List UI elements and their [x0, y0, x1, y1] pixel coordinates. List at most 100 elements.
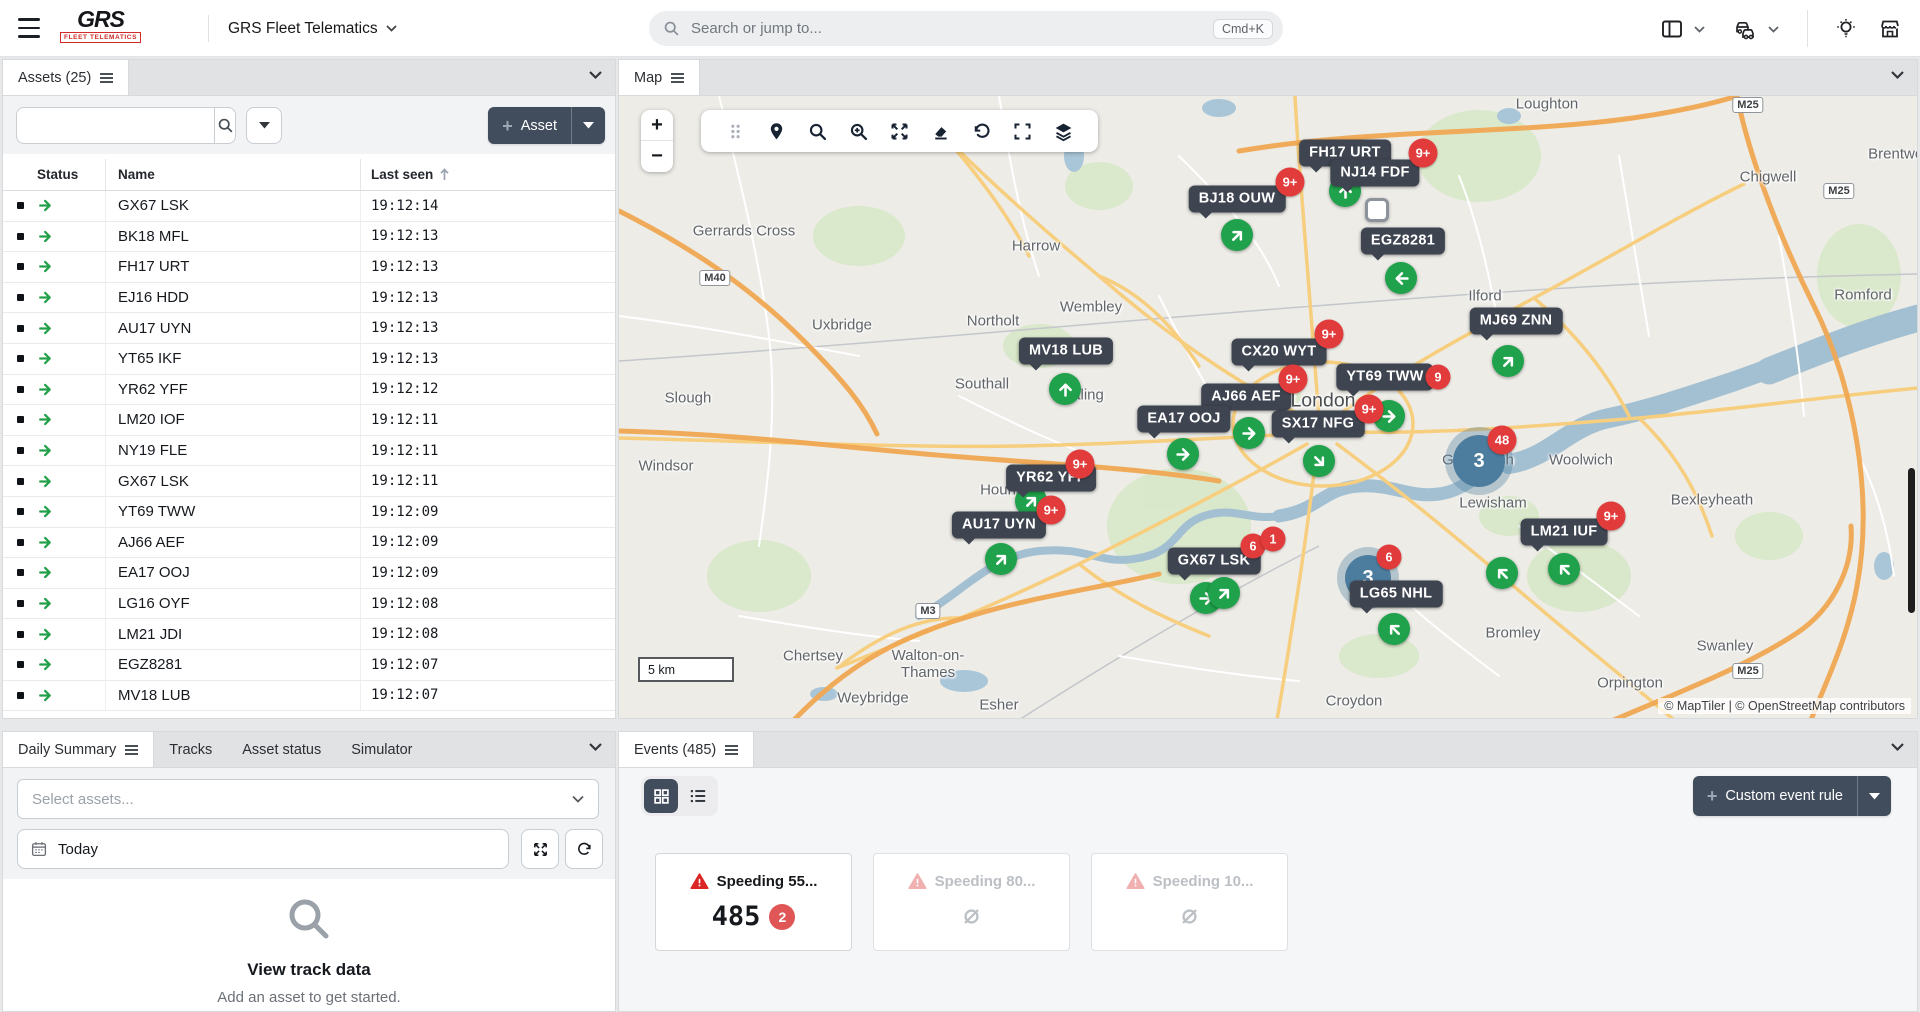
column-name[interactable]: Name: [105, 159, 360, 190]
zoom-out-button[interactable]: −: [641, 141, 673, 172]
eraser-icon[interactable]: [920, 110, 961, 152]
collapse-panel-icon[interactable]: [588, 742, 603, 752]
vehicle-label[interactable]: EGZ8281: [1361, 228, 1445, 255]
vehicle-label[interactable]: CX20 WYT: [1232, 339, 1327, 366]
asset-row[interactable]: EGZ828119:12:07: [3, 650, 615, 681]
collapse-panel-icon[interactable]: [1890, 742, 1905, 752]
location-pin-icon[interactable]: [756, 110, 797, 152]
asset-row[interactable]: AJ66 AEF19:12:09: [3, 528, 615, 559]
vehicle-direction-marker[interactable]: [1548, 553, 1580, 585]
reset-rotation-icon[interactable]: [961, 110, 1002, 152]
fullscreen-icon[interactable]: [1002, 110, 1043, 152]
search-input[interactable]: [689, 19, 1213, 38]
chevron-down-icon[interactable]: [1768, 26, 1779, 33]
add-asset-button[interactable]: +Asset: [488, 107, 605, 144]
grid-view-button[interactable]: [644, 779, 678, 813]
daily-tab-tracks[interactable]: Tracks: [154, 732, 227, 767]
custom-event-rule-button[interactable]: +Custom event rule: [1693, 776, 1891, 816]
asset-filter-dropdown-button[interactable]: [246, 107, 282, 144]
tab-menu-icon[interactable]: [100, 73, 113, 83]
store-icon[interactable]: [1878, 17, 1902, 41]
stopped-vehicle-marker[interactable]: [1365, 198, 1389, 222]
vehicle-label[interactable]: BJ18 OUW: [1189, 186, 1286, 213]
daily-tab-simulator[interactable]: Simulator: [336, 732, 427, 767]
grs-logo[interactable]: GRS FLEET TELEMATICS: [60, 7, 141, 43]
select-assets-dropdown[interactable]: Select assets...: [17, 779, 599, 819]
column-last-seen[interactable]: Last seen: [360, 159, 615, 190]
vehicle-direction-marker[interactable]: [1167, 438, 1199, 470]
vehicle-direction-marker[interactable]: [1233, 417, 1265, 449]
add-asset-dropdown[interactable]: [571, 107, 605, 144]
asset-row[interactable]: YT65 IKF19:12:13: [3, 344, 615, 375]
tab-menu-icon[interactable]: [125, 745, 138, 755]
chevron-down-icon[interactable]: [1694, 26, 1705, 33]
asset-row[interactable]: BK18 MFL19:12:13: [3, 222, 615, 253]
asset-row[interactable]: LG16 OYF19:12:08: [3, 589, 615, 620]
asset-row[interactable]: YR62 YFF19:12:12: [3, 375, 615, 406]
map-tab-map[interactable]: Map: [619, 60, 700, 95]
vehicle-label[interactable]: EA17 OOJ: [1137, 406, 1230, 433]
event-card-speeding-80[interactable]: Speeding 80...∅: [873, 853, 1070, 951]
vehicle-label[interactable]: NJ14 FDF: [1330, 160, 1419, 187]
vehicle-label[interactable]: LM21 IUF: [1521, 519, 1608, 546]
asset-row[interactable]: LM20 IOF19:12:11: [3, 405, 615, 436]
asset-row[interactable]: GX67 LSK19:12:11: [3, 466, 615, 497]
zoom-area-icon[interactable]: [838, 110, 879, 152]
collapse-panel-icon[interactable]: [1890, 70, 1905, 80]
asset-row[interactable]: GX67 LSK19:12:14: [3, 191, 615, 222]
asset-row[interactable]: EA17 OOJ19:12:09: [3, 558, 615, 589]
lightbulb-icon[interactable]: [1834, 17, 1858, 41]
collapse-panel-icon[interactable]: [588, 70, 603, 80]
date-range-field[interactable]: Today: [17, 829, 509, 869]
vehicle-direction-marker[interactable]: [1049, 373, 1081, 405]
zoom-in-button[interactable]: +: [641, 110, 673, 141]
custom-rule-dropdown[interactable]: [1857, 776, 1891, 816]
asset-search-input[interactable]: [17, 118, 214, 134]
asset-row[interactable]: EJ16 HDD19:12:13: [3, 283, 615, 314]
vehicle-direction-marker[interactable]: [1378, 613, 1410, 645]
expand-button[interactable]: [521, 829, 559, 869]
vehicle-label[interactable]: SX17 NFG: [1272, 411, 1365, 438]
drag-handle-icon[interactable]: [715, 110, 756, 152]
refresh-button[interactable]: [565, 829, 603, 869]
asset-search-field[interactable]: [16, 107, 236, 144]
vehicle-direction-marker[interactable]: [1221, 219, 1253, 251]
global-search[interactable]: Cmd+K: [649, 11, 1283, 46]
asset-row[interactable]: YT69 TWW19:12:09: [3, 497, 615, 528]
vehicle-direction-marker[interactable]: [1208, 577, 1240, 609]
event-card-speeding-55[interactable]: Speeding 55...4852: [655, 853, 852, 951]
asset-row[interactable]: MV18 LUB19:12:07: [3, 681, 615, 712]
asset-row[interactable]: LM21 JDI19:12:08: [3, 619, 615, 650]
list-view-button[interactable]: [681, 779, 715, 813]
column-status[interactable]: Status: [3, 167, 105, 182]
asset-row[interactable]: NY19 FLE19:12:11: [3, 436, 615, 467]
layout-panels-icon[interactable]: [1660, 17, 1684, 41]
tab-menu-icon[interactable]: [725, 745, 738, 755]
vehicles-icon[interactable]: [1734, 17, 1758, 41]
vehicle-label[interactable]: LG65 NHL: [1350, 581, 1443, 608]
workspace-switcher[interactable]: GRS Fleet Telematics: [228, 0, 397, 57]
layers-icon[interactable]: [1043, 110, 1084, 152]
vehicle-direction-marker[interactable]: [1303, 445, 1335, 477]
event-card-speeding-10[interactable]: Speeding 10...∅: [1091, 853, 1288, 951]
vehicle-label[interactable]: AU17 UYN: [952, 512, 1046, 539]
asset-row[interactable]: AU17 UYN19:12:13: [3, 313, 615, 344]
vehicle-label[interactable]: YT69 TWW: [1336, 364, 1433, 391]
events-tab-events-485[interactable]: Events (485): [619, 732, 754, 767]
fit-bounds-icon[interactable]: [879, 110, 920, 152]
asset-search-button[interactable]: [214, 108, 235, 143]
vehicle-direction-marker[interactable]: [1385, 262, 1417, 294]
tab-menu-icon[interactable]: [671, 73, 684, 83]
asset-row[interactable]: FH17 URT19:12:13: [3, 252, 615, 283]
assets-tab-assets-25[interactable]: Assets (25): [3, 60, 129, 95]
scrollbar-thumb[interactable]: [1908, 468, 1915, 613]
daily-tab-asset-status[interactable]: Asset status: [227, 732, 336, 767]
vehicle-direction-marker[interactable]: [1486, 557, 1518, 589]
map-canvas[interactable]: LoughtonChigwellBrentwoodRomfordIlfordHa…: [619, 96, 1917, 718]
search-map-icon[interactable]: [797, 110, 838, 152]
vehicle-label[interactable]: MJ69 ZNN: [1470, 308, 1563, 335]
vehicle-direction-marker[interactable]: [1492, 345, 1524, 377]
vehicle-direction-marker[interactable]: [985, 543, 1017, 575]
hamburger-menu-icon[interactable]: [18, 18, 40, 38]
daily-tab-daily-summary[interactable]: Daily Summary: [3, 732, 154, 767]
